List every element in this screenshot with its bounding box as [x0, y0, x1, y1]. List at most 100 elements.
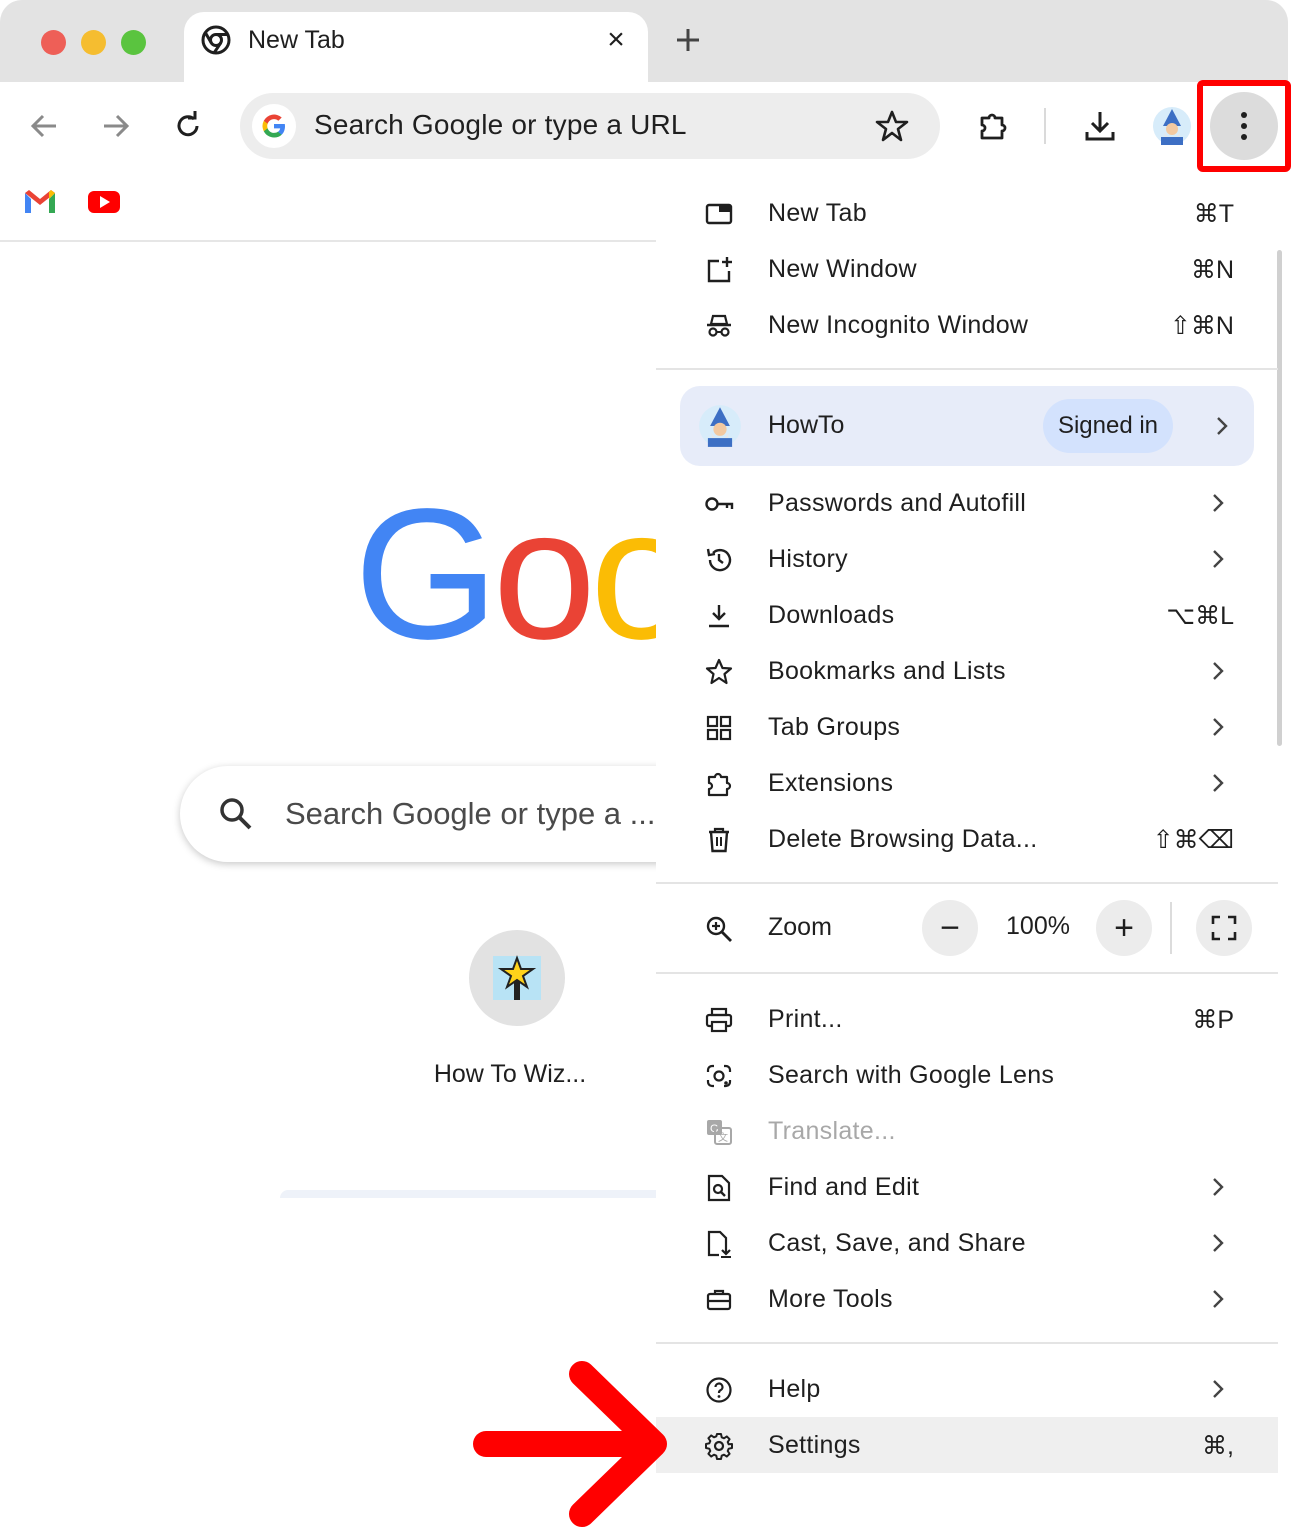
magic-wand-icon: [493, 955, 541, 1000]
omnibox-text[interactable]: Search Google or type a URL: [314, 109, 687, 141]
bookmark-star-icon[interactable]: [874, 108, 910, 144]
menu-item-downloads[interactable]: Downloads ⌥⌘L: [656, 587, 1278, 643]
menu-separator: [656, 972, 1278, 974]
cast-save-icon: [704, 1229, 734, 1259]
menu-item-translate: G文 Translate...: [656, 1103, 1278, 1159]
menu-separator: [656, 882, 1278, 884]
menu-item-settings[interactable]: Settings ⌘,: [656, 1417, 1278, 1473]
bookmark-youtube[interactable]: [86, 184, 122, 220]
lens-icon: [704, 1061, 734, 1091]
new-tab-plus-icon[interactable]: [668, 20, 708, 60]
forward-button[interactable]: [92, 102, 140, 150]
download-icon: [1085, 112, 1115, 141]
extensions-button[interactable]: [970, 102, 1018, 150]
profile-name: HowTo: [768, 411, 845, 439]
menu-item-delete-browsing-data[interactable]: Delete Browsing Data... ⇧⌘⌫: [656, 811, 1278, 867]
puzzle-icon: [980, 113, 1007, 140]
fullscreen-icon: [1211, 915, 1237, 941]
translate-icon: G文: [704, 1117, 734, 1147]
svg-text:文: 文: [718, 1131, 728, 1144]
menu-item-cast-save-and-share[interactable]: Cast, Save, and Share: [656, 1215, 1278, 1271]
chevron-right-icon: [1213, 1380, 1224, 1398]
menu-item-print[interactable]: Print... ⌘P: [656, 991, 1278, 1047]
gmail-icon: [25, 190, 55, 213]
shortcut-label[interactable]: How To Wiz...: [410, 1060, 610, 1089]
arrow-right-icon: [104, 114, 130, 138]
back-button[interactable]: [20, 102, 68, 150]
close-window-button[interactable]: [41, 30, 66, 55]
minus-icon: −: [940, 909, 960, 947]
incognito-icon: [704, 311, 734, 341]
menu-item-bookmarks-and-lists[interactable]: Bookmarks and Lists: [656, 643, 1278, 699]
menu-item-search-with-google-lens[interactable]: Search with Google Lens: [656, 1047, 1278, 1103]
print-icon: [704, 1005, 734, 1035]
menu-item-extensions[interactable]: Extensions: [656, 755, 1278, 811]
download-icon: [704, 601, 734, 631]
new-tab-icon: [704, 199, 734, 229]
wizard-avatar-icon: [699, 405, 741, 447]
signed-in-badge: Signed in: [1043, 399, 1173, 453]
ntp-footer-panel: [280, 1190, 680, 1198]
chevron-right-icon: [1213, 494, 1224, 512]
history-icon: [704, 545, 734, 575]
menu-item-new-incognito-window[interactable]: New Incognito Window ⇧⌘N: [656, 297, 1278, 353]
youtube-icon: [88, 191, 120, 213]
ntp-search-placeholder[interactable]: Search Google or type a ...: [285, 796, 656, 832]
zoom-window-button[interactable]: [121, 30, 146, 55]
zoom-magnifier-icon: [704, 914, 734, 944]
zoom-divider: [1170, 902, 1172, 954]
menu-item-history[interactable]: History: [656, 531, 1278, 587]
logo-letter-g: G: [354, 471, 499, 678]
zoom-label: Zoom: [768, 913, 832, 941]
toolbox-icon: [704, 1285, 734, 1315]
google-g-icon: [252, 104, 296, 148]
chevron-right-icon: [1213, 774, 1224, 792]
menu-item-more-tools[interactable]: More Tools: [656, 1271, 1278, 1327]
tab-close-button[interactable]: ×: [598, 22, 634, 58]
search-icon: [220, 798, 252, 830]
chevron-right-icon: [1217, 417, 1228, 435]
key-icon: [704, 489, 734, 519]
google-logo: Goo: [354, 482, 694, 668]
chevron-right-icon: [1213, 1290, 1224, 1308]
tab-title: New Tab: [248, 26, 345, 54]
gear-icon: [704, 1431, 734, 1461]
annotation-arrow-icon: [473, 1361, 667, 1527]
puzzle-icon: [704, 769, 734, 799]
chevron-right-icon: [1213, 1234, 1224, 1252]
menu-separator: [656, 1342, 1278, 1344]
menu-item-passwords-and-autofill[interactable]: Passwords and Autofill: [656, 475, 1278, 531]
menu-separator: [656, 368, 1278, 370]
downloads-button[interactable]: [1076, 102, 1124, 150]
menu-item-new-tab[interactable]: New Tab ⌘T: [656, 185, 1278, 241]
find-icon: [704, 1173, 734, 1203]
profile-avatar-button[interactable]: [1148, 102, 1196, 150]
logo-letter-o1: o: [492, 471, 596, 678]
star-icon: [704, 657, 734, 687]
zoom-value: 100%: [1006, 912, 1070, 940]
chevron-right-icon: [1213, 718, 1224, 736]
bookmark-gmail[interactable]: [22, 184, 58, 220]
toolbar-divider: [1044, 108, 1046, 144]
zoom-out-button[interactable]: −: [922, 900, 978, 956]
chrome-icon: [201, 25, 231, 55]
minimize-window-button[interactable]: [81, 30, 106, 55]
menu-item-help[interactable]: Help: [656, 1361, 1278, 1417]
shortcut-how-to-wizard[interactable]: [469, 930, 565, 1026]
chevron-right-icon: [1213, 550, 1224, 568]
arrow-left-icon: [30, 114, 56, 138]
wizard-avatar-icon: [1153, 107, 1191, 145]
menu-item-tab-groups[interactable]: Tab Groups: [656, 699, 1278, 755]
menu-item-find-and-edit[interactable]: Find and Edit: [656, 1159, 1278, 1215]
reload-icon: [177, 111, 199, 137]
reload-button[interactable]: [164, 102, 212, 150]
fullscreen-button[interactable]: [1196, 900, 1252, 956]
zoom-in-button[interactable]: +: [1096, 900, 1152, 956]
new-window-icon: [704, 255, 734, 285]
menu-item-new-window[interactable]: New Window ⌘N: [656, 241, 1278, 297]
chevron-right-icon: [1213, 1178, 1224, 1196]
plus-icon: +: [1114, 909, 1134, 947]
tab-groups-icon: [704, 713, 734, 743]
menu-button-highlight: [1197, 80, 1291, 172]
chevron-right-icon: [1213, 662, 1224, 680]
